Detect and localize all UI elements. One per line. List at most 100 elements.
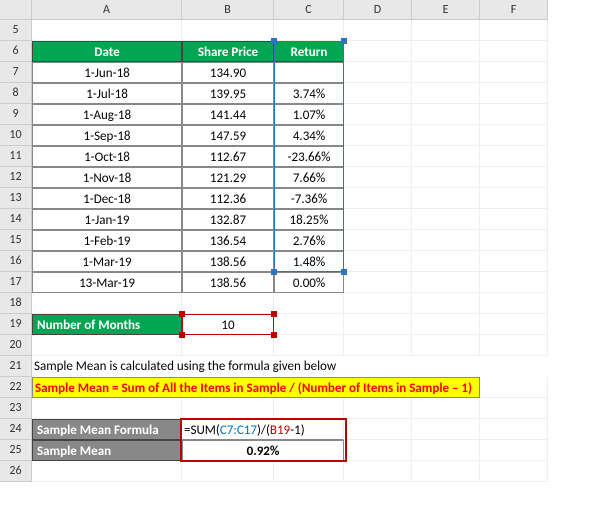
- header-return[interactable]: Return: [274, 41, 344, 62]
- date-cell[interactable]: 13-Mar-19: [32, 272, 182, 293]
- empty-cell[interactable]: [412, 209, 480, 230]
- empty-cell[interactable]: [344, 461, 412, 482]
- empty-cell[interactable]: [412, 125, 480, 146]
- row-header-17[interactable]: 17: [0, 272, 32, 293]
- date-cell[interactable]: 1-Feb-19: [32, 230, 182, 251]
- col-header-f[interactable]: F: [480, 0, 548, 20]
- empty-cell[interactable]: [412, 104, 480, 125]
- note-text[interactable]: Sample Mean is calculated using the form…: [32, 356, 548, 377]
- empty-cell[interactable]: [344, 146, 412, 167]
- empty-cell[interactable]: [344, 293, 412, 314]
- empty-cell[interactable]: [480, 230, 548, 251]
- empty-cell[interactable]: [344, 83, 412, 104]
- empty-cell[interactable]: [344, 440, 412, 461]
- empty-cell[interactable]: [344, 125, 412, 146]
- date-cell[interactable]: 1-Nov-18: [32, 167, 182, 188]
- date-cell[interactable]: 1-Aug-18: [32, 104, 182, 125]
- price-cell[interactable]: 147.59: [182, 125, 274, 146]
- return-cell[interactable]: 2.76%: [274, 230, 344, 251]
- row-header-21[interactable]: 21: [0, 356, 32, 377]
- empty-cell[interactable]: [480, 377, 548, 398]
- empty-cell[interactable]: [412, 167, 480, 188]
- empty-cell[interactable]: [344, 251, 412, 272]
- row-header-8[interactable]: 8: [0, 83, 32, 104]
- row-header-10[interactable]: 10: [0, 125, 32, 146]
- row-header-16[interactable]: 16: [0, 251, 32, 272]
- empty-cell[interactable]: [32, 461, 182, 482]
- empty-cell[interactable]: [412, 251, 480, 272]
- price-cell[interactable]: 121.29: [182, 167, 274, 188]
- col-header-d[interactable]: D: [344, 0, 412, 20]
- empty-cell[interactable]: [344, 209, 412, 230]
- return-cell[interactable]: 3.74%: [274, 83, 344, 104]
- select-all-corner[interactable]: [0, 0, 32, 20]
- col-header-b[interactable]: B: [182, 0, 274, 20]
- row-header-20[interactable]: 20: [0, 335, 32, 356]
- price-cell[interactable]: 138.56: [182, 272, 274, 293]
- empty-cell[interactable]: [182, 398, 274, 419]
- date-cell[interactable]: 1-Dec-18: [32, 188, 182, 209]
- return-cell[interactable]: 1.48%: [274, 251, 344, 272]
- empty-cell[interactable]: [412, 146, 480, 167]
- col-header-a[interactable]: A: [32, 0, 182, 20]
- empty-cell[interactable]: [344, 314, 412, 335]
- row-header-18[interactable]: 18: [0, 293, 32, 314]
- empty-cell[interactable]: [344, 104, 412, 125]
- date-cell[interactable]: 1-Oct-18: [32, 146, 182, 167]
- empty-cell[interactable]: [32, 398, 182, 419]
- empty-cell[interactable]: [412, 440, 480, 461]
- formula-description[interactable]: Sample Mean = Sum of All the Items in Sa…: [32, 377, 480, 398]
- col-header-c[interactable]: C: [274, 0, 344, 20]
- header-price[interactable]: Share Price: [182, 41, 274, 62]
- return-cell[interactable]: 0.00%: [274, 272, 344, 293]
- price-cell[interactable]: 136.54: [182, 230, 274, 251]
- empty-cell[interactable]: [32, 335, 182, 356]
- price-cell[interactable]: 138.56: [182, 251, 274, 272]
- empty-cell[interactable]: [182, 20, 274, 41]
- empty-cell[interactable]: [344, 230, 412, 251]
- return-cell[interactable]: -7.36%: [274, 188, 344, 209]
- months-value[interactable]: 10: [182, 314, 274, 335]
- row-header-5[interactable]: 5: [0, 20, 32, 41]
- months-label[interactable]: Number of Months: [32, 314, 182, 335]
- empty-cell[interactable]: [344, 398, 412, 419]
- row-header-24[interactable]: 24: [0, 419, 32, 440]
- empty-cell[interactable]: [412, 398, 480, 419]
- header-date[interactable]: Date: [32, 41, 182, 62]
- empty-cell[interactable]: [182, 293, 274, 314]
- return-cell[interactable]: -23.66%: [274, 146, 344, 167]
- empty-cell[interactable]: [412, 188, 480, 209]
- empty-cell[interactable]: [480, 209, 548, 230]
- empty-cell[interactable]: [412, 419, 480, 440]
- empty-cell[interactable]: [480, 20, 548, 41]
- row-header-22[interactable]: 22: [0, 377, 32, 398]
- date-cell[interactable]: 1-Mar-19: [32, 251, 182, 272]
- empty-cell[interactable]: [480, 314, 548, 335]
- date-cell[interactable]: 1-Jan-19: [32, 209, 182, 230]
- empty-cell[interactable]: [344, 20, 412, 41]
- empty-cell[interactable]: [480, 440, 548, 461]
- empty-cell[interactable]: [274, 293, 344, 314]
- empty-cell[interactable]: [412, 293, 480, 314]
- empty-cell[interactable]: [344, 419, 412, 440]
- row-header-25[interactable]: 25: [0, 440, 32, 461]
- result-label[interactable]: Sample Mean: [32, 440, 182, 461]
- empty-cell[interactable]: [480, 188, 548, 209]
- row-header-7[interactable]: 7: [0, 62, 32, 83]
- empty-cell[interactable]: [480, 41, 548, 62]
- row-header-11[interactable]: 11: [0, 146, 32, 167]
- empty-cell[interactable]: [480, 167, 548, 188]
- row-header-15[interactable]: 15: [0, 230, 32, 251]
- return-cell[interactable]: 7.66%: [274, 167, 344, 188]
- row-header-23[interactable]: 23: [0, 398, 32, 419]
- empty-cell[interactable]: [412, 83, 480, 104]
- row-header-9[interactable]: 9: [0, 104, 32, 125]
- empty-cell[interactable]: [274, 335, 344, 356]
- empty-cell[interactable]: [274, 314, 344, 335]
- empty-cell[interactable]: [412, 335, 480, 356]
- empty-cell[interactable]: [412, 461, 480, 482]
- return-cell[interactable]: 1.07%: [274, 104, 344, 125]
- date-cell[interactable]: 1-Jun-18: [32, 62, 182, 83]
- empty-cell[interactable]: [274, 461, 344, 482]
- formula-cell[interactable]: =SUM(C7:C17)/(B19-1): [182, 419, 344, 440]
